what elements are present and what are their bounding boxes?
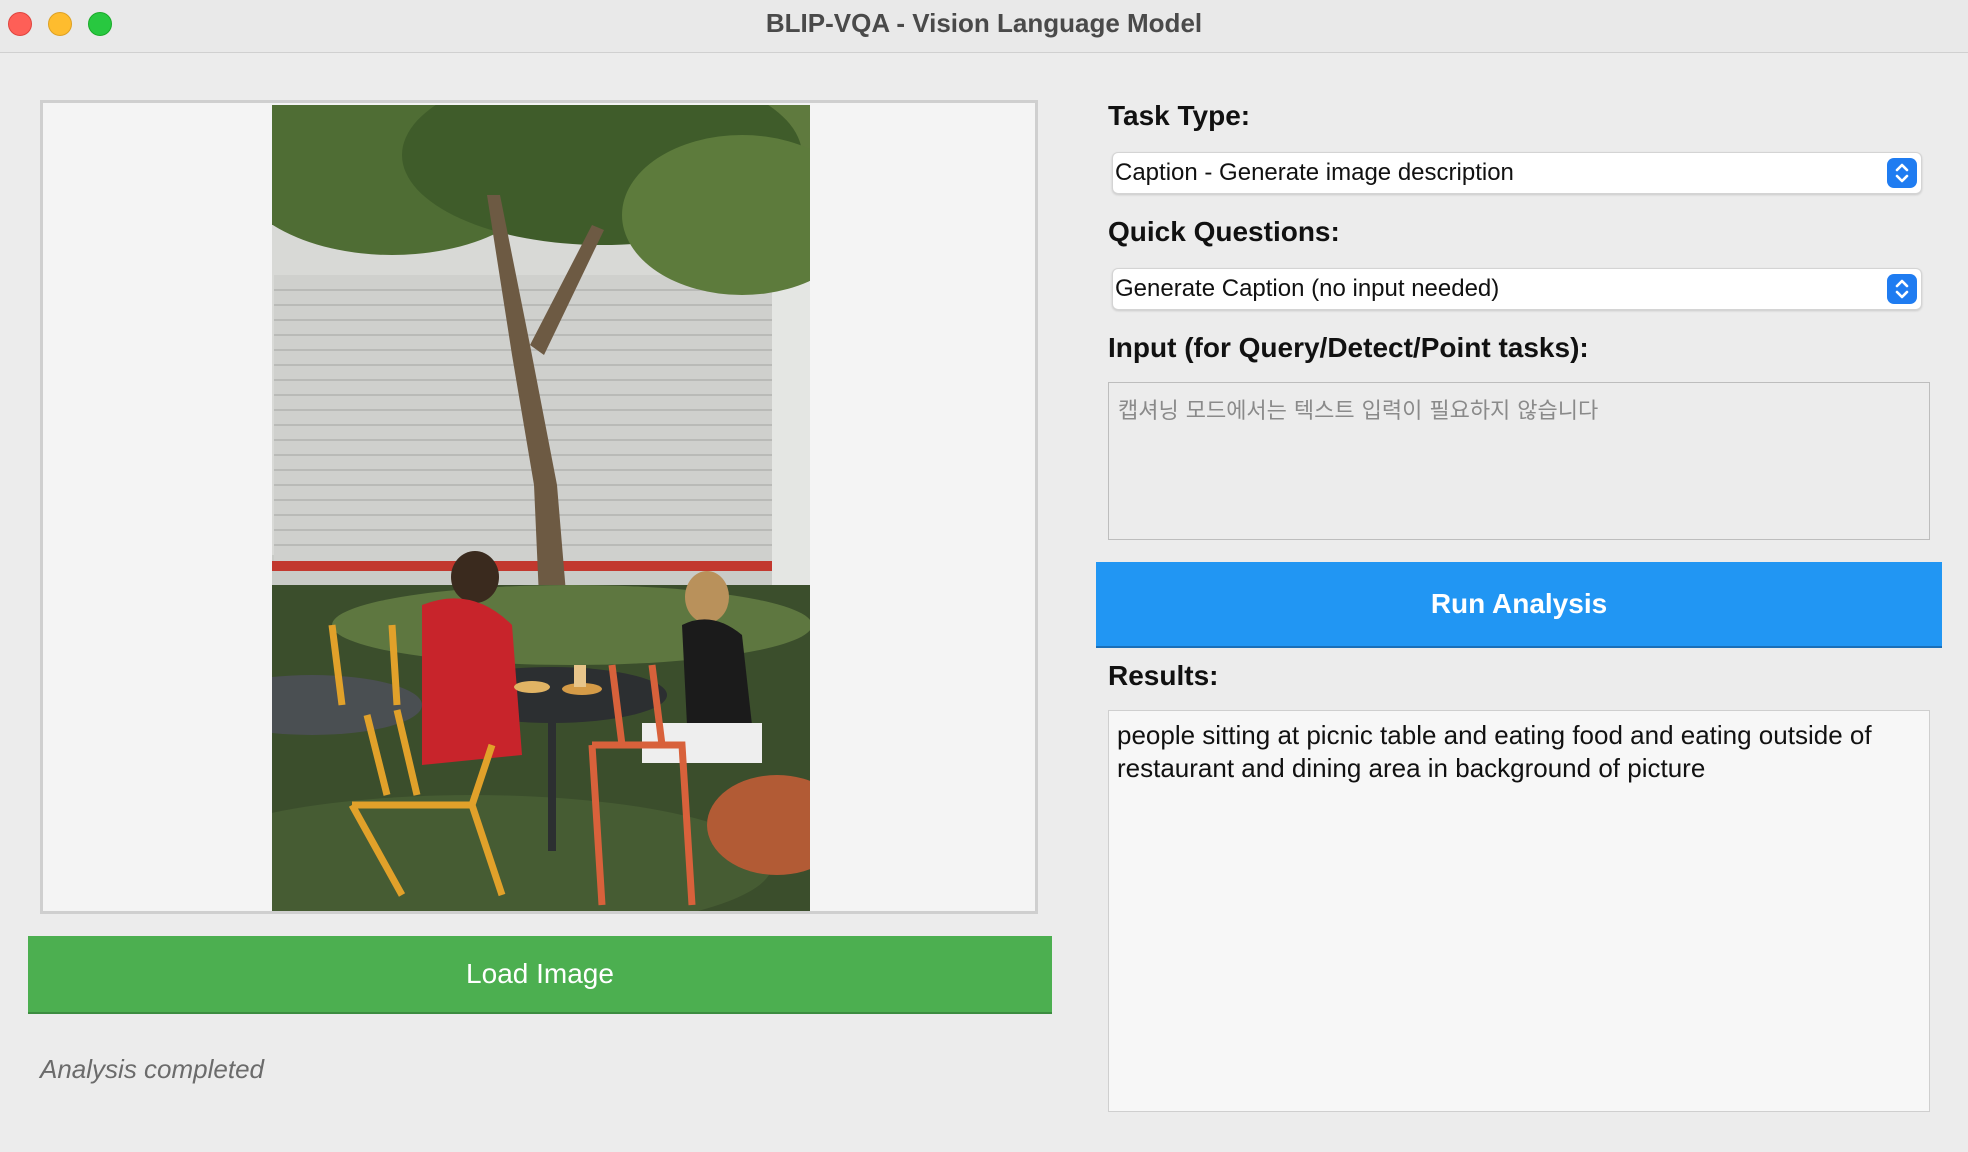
- run-analysis-button[interactable]: Run Analysis: [1096, 562, 1942, 648]
- quick-questions-label: Quick Questions:: [1108, 216, 1340, 247]
- quick-questions-select[interactable]: Generate Caption (no input needed): [1112, 268, 1922, 310]
- results-text: people sitting at picnic table and eatin…: [1117, 720, 1872, 783]
- title-bar: BLIP-VQA - Vision Language Model: [0, 0, 1968, 53]
- input-label: Input (for Query/Detect/Point tasks):: [1108, 332, 1589, 363]
- up-down-chevron-icon: [1887, 274, 1917, 304]
- load-image-button[interactable]: Load Image: [28, 936, 1052, 1014]
- up-down-chevron-icon: [1887, 158, 1917, 188]
- task-type-select[interactable]: Caption - Generate image description: [1112, 152, 1922, 194]
- task-type-label: Task Type:: [1108, 100, 1251, 131]
- loaded-photo: [272, 105, 810, 911]
- results-output[interactable]: people sitting at picnic table and eatin…: [1108, 710, 1930, 1112]
- image-preview: [40, 100, 1038, 914]
- quick-questions-value: Generate Caption (no input needed): [1115, 275, 1500, 302]
- status-text: Analysis completed: [40, 1054, 264, 1084]
- window-title: BLIP-VQA - Vision Language Model: [765, 8, 1203, 38]
- task-type-value: Caption - Generate image description: [1115, 159, 1514, 186]
- query-input[interactable]: [1108, 382, 1930, 540]
- results-label: Results:: [1108, 660, 1219, 691]
